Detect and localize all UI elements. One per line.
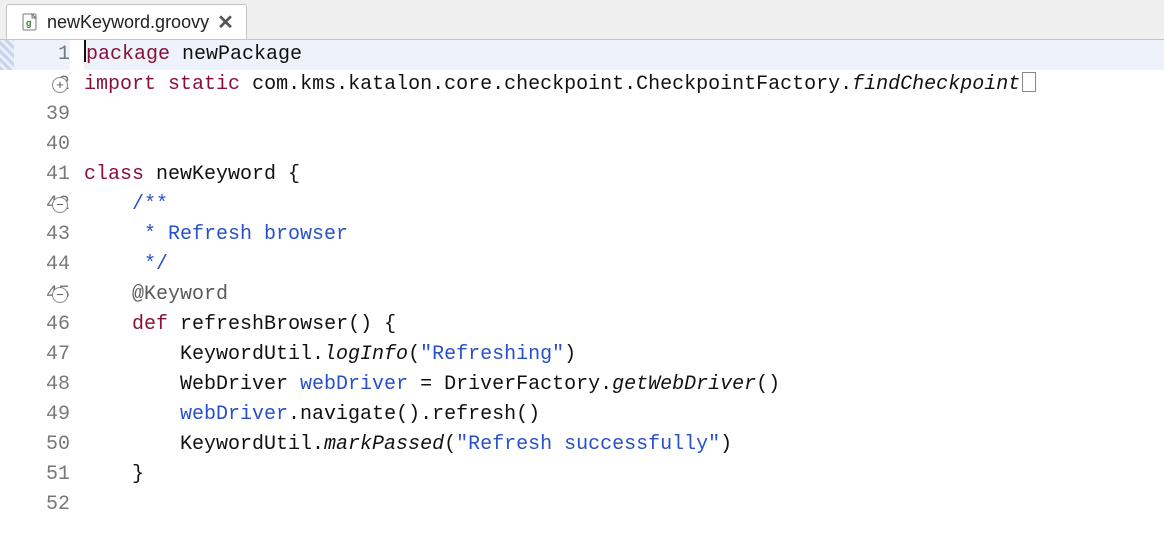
line-truncation-icon	[1022, 72, 1036, 92]
line-number: 51	[0, 460, 70, 490]
code-line[interactable]: /**	[84, 190, 1164, 220]
code-line[interactable]: import static com.kms.katalon.core.check…	[84, 70, 1164, 100]
line-number: 41	[0, 160, 70, 190]
code-line[interactable]: */	[84, 250, 1164, 280]
line-number: 2+	[0, 70, 70, 100]
code-editor[interactable]: 12+39404142−434445−46474849505152 packag…	[0, 40, 1164, 536]
line-number: 45−	[0, 280, 70, 310]
code-line[interactable]: * Refresh browser	[84, 220, 1164, 250]
line-number: 52	[0, 490, 70, 520]
fold-collapse-icon[interactable]: −	[52, 197, 68, 213]
line-number: 1	[0, 40, 70, 70]
code-line[interactable]: }	[84, 460, 1164, 490]
code-line[interactable]: def refreshBrowser() {	[84, 310, 1164, 340]
code-area[interactable]: package newPackageimport static com.kms.…	[76, 40, 1164, 536]
svg-text:g: g	[26, 18, 32, 28]
code-line[interactable]: package newPackage	[84, 40, 1164, 70]
line-number: 50	[0, 430, 70, 460]
code-line[interactable]	[84, 130, 1164, 160]
line-number: 39	[0, 100, 70, 130]
code-line[interactable]: WebDriver webDriver = DriverFactory.getW…	[84, 370, 1164, 400]
fold-expand-icon[interactable]: +	[52, 77, 68, 93]
line-number: 49	[0, 400, 70, 430]
line-number: 43	[0, 220, 70, 250]
line-number: 40	[0, 130, 70, 160]
code-line[interactable]: webDriver.navigate().refresh()	[84, 400, 1164, 430]
code-line[interactable]	[84, 490, 1164, 520]
groovy-file-icon: g	[21, 13, 39, 31]
code-line[interactable]	[84, 100, 1164, 130]
line-number: 46	[0, 310, 70, 340]
line-number: 44	[0, 250, 70, 280]
tab-filename: newKeyword.groovy	[47, 12, 209, 33]
code-line[interactable]: class newKeyword {	[84, 160, 1164, 190]
editor-tab[interactable]: g newKeyword.groovy ✕	[6, 4, 247, 39]
code-line[interactable]: @Keyword	[84, 280, 1164, 310]
line-number: 42−	[0, 190, 70, 220]
code-line[interactable]: KeywordUtil.logInfo("Refreshing")	[84, 340, 1164, 370]
tab-bar: g newKeyword.groovy ✕	[0, 0, 1164, 40]
line-number-gutter: 12+39404142−434445−46474849505152	[0, 40, 76, 536]
fold-collapse-icon[interactable]: −	[52, 287, 68, 303]
code-line[interactable]: KeywordUtil.markPassed("Refresh successf…	[84, 430, 1164, 460]
line-number: 48	[0, 370, 70, 400]
line-number: 47	[0, 340, 70, 370]
close-icon[interactable]: ✕	[217, 10, 232, 35]
